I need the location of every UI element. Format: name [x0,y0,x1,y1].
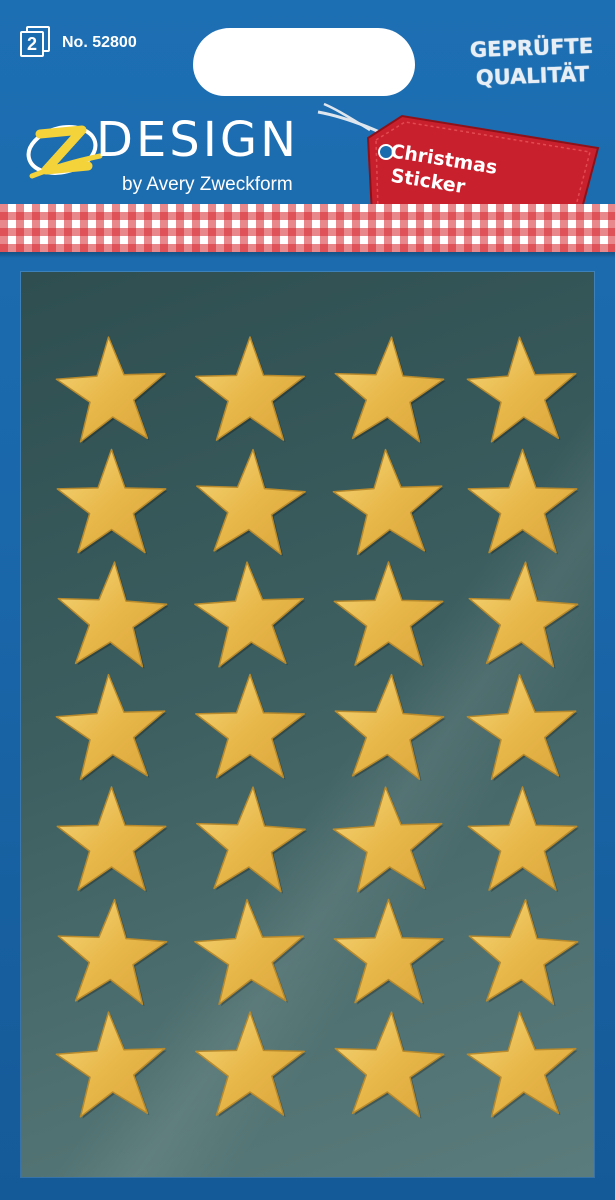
gold-star-icon[interactable] [466,1011,578,1119]
sticker-grid [55,336,580,1119]
gold-star-icon[interactable] [56,786,168,893]
gold-star-icon[interactable] [333,898,445,1005]
gold-star-icon[interactable] [333,561,445,668]
gold-star-icon[interactable] [332,786,444,894]
gold-star-icon[interactable] [468,898,580,1007]
sheet-count-icon: 2 [20,26,50,57]
gold-star-icon[interactable] [56,448,168,555]
gold-star-icon[interactable] [55,673,167,782]
brand-subtitle: by Avery Zweckform [122,174,293,195]
gingham-shadow [0,252,615,258]
item-number: No. 52800 [62,34,137,51]
gold-star-icon[interactable] [468,561,580,669]
gold-star-icon[interactable] [194,898,306,1007]
brand-name: DESIGN [96,112,300,168]
gold-star-icon[interactable] [467,786,579,893]
gold-star-icon[interactable] [57,561,169,669]
gold-star-icon[interactable] [195,1011,307,1118]
gold-star-icon[interactable] [332,448,444,557]
gold-star-icon[interactable] [334,673,446,782]
gingham-band [0,204,615,252]
gold-star-icon[interactable] [334,1011,446,1119]
gold-star-icon[interactable] [466,336,578,444]
gold-star-icon[interactable] [55,1011,167,1119]
gold-star-icon[interactable] [195,336,307,443]
gold-star-icon[interactable] [57,898,169,1007]
sheet-count: 2 [20,31,44,57]
quality-badge: GEPRÜFTE QUALITÄT [465,22,600,103]
gold-star-icon[interactable] [334,336,446,444]
gold-star-icon[interactable] [196,786,308,894]
gold-star-icon[interactable] [195,673,307,780]
gold-star-icon[interactable] [467,448,579,555]
quality-badge-line1: GEPRÜFTE [469,33,594,63]
hang-hole [193,28,415,96]
gold-star-icon[interactable] [55,336,167,444]
gold-star-icon[interactable] [196,448,308,557]
gold-star-icon[interactable] [466,673,578,782]
gold-star-icon[interactable] [194,561,306,669]
quality-badge-line2: QUALITÄT [475,62,590,90]
